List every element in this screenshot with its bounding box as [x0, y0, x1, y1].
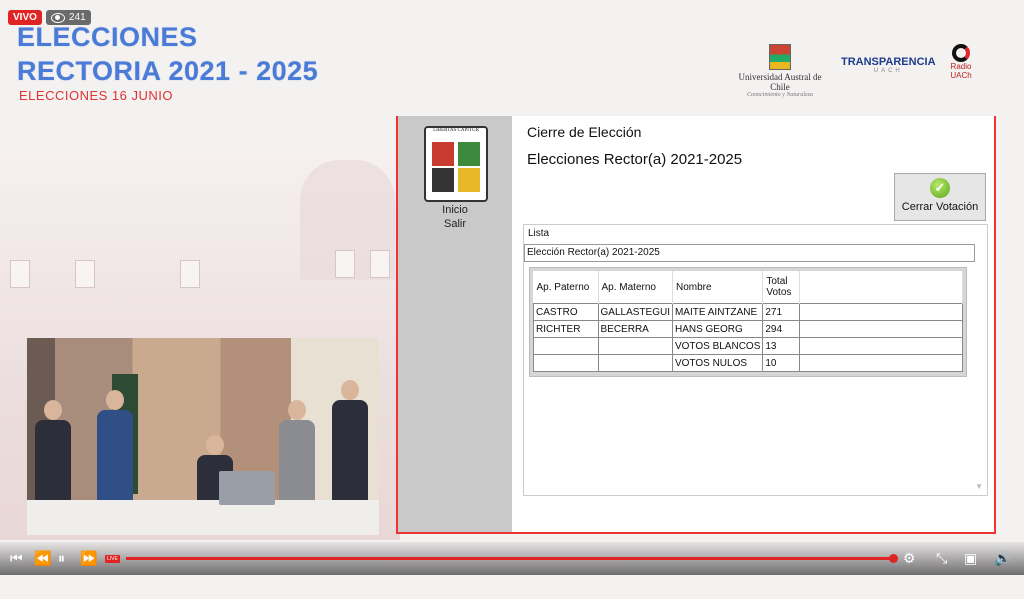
person-head [206, 435, 224, 455]
cell-nombre[interactable]: VOTOS NULOS [671, 354, 764, 372]
list-label: Lista [528, 228, 550, 239]
fast-forward-icon[interactable]: ⏩ [80, 550, 97, 567]
live-indicator: LIVE [105, 555, 120, 563]
volume-icon[interactable]: 🔊 [994, 550, 1011, 567]
table-row[interactable]: CASTRO GALLASTEGUI MAITE AINTZANE 271 [533, 303, 963, 321]
crest-quadrant [458, 142, 480, 166]
election-app-window: LIBERTAS CAPITUR Inicio Salir Cierre de … [396, 116, 996, 534]
building-window [180, 260, 200, 288]
crest-quadrant [458, 168, 480, 192]
table-row[interactable]: RICHTER BECERRA HANS GEORG 294 [533, 320, 963, 338]
table-row[interactable]: VOTOS NULOS 10 [533, 354, 963, 372]
crest-quadrant [432, 142, 454, 166]
app-sidebar: LIBERTAS CAPITUR Inicio Salir [398, 116, 512, 532]
cell-nombre[interactable]: HANS GEORG [671, 320, 764, 338]
university-crest-icon: LIBERTAS CAPITUR [424, 126, 488, 202]
building-window [75, 260, 95, 288]
column-header-empty [799, 271, 963, 304]
camera-video-feed [27, 338, 379, 535]
picture-in-picture-icon[interactable]: ▣ [964, 550, 977, 567]
person-head [44, 400, 62, 420]
rewind-icon[interactable]: ⏪ [34, 550, 51, 567]
scroll-down-icon[interactable]: ▼ [975, 482, 983, 491]
crest-quadrant [432, 168, 454, 192]
results-table: Ap. Paterno Ap. Materno Nombre Total Vot… [533, 271, 963, 372]
building-window [370, 250, 390, 278]
page-title-line1: ELECCIONES [17, 22, 198, 52]
video-person [332, 380, 368, 500]
sidebar-link-inicio[interactable]: Inicio [398, 204, 512, 216]
app-heading: Cierre de Elección [527, 124, 642, 140]
column-header-ap-paterno[interactable]: Ap. Paterno [533, 271, 599, 304]
results-panel: Lista Elección Rector(a) 2021-2025 Ap. P… [523, 224, 988, 496]
progress-handle[interactable] [889, 554, 898, 563]
cell-empty [799, 303, 963, 321]
cell-ap-paterno[interactable] [533, 337, 599, 355]
transparencia-name: TRANSPARENCIA [841, 56, 936, 68]
radio-uach-logo: Radio UACh [948, 44, 974, 80]
cell-total-votos[interactable]: 294 [762, 320, 801, 338]
results-grid: Ap. Paterno Ap. Materno Nombre Total Vot… [529, 267, 967, 377]
uach-motto: Conocimiento y Naturaleza [747, 92, 813, 98]
cell-total-votos[interactable]: 10 [762, 354, 801, 372]
column-header-nombre[interactable]: Nombre [672, 271, 764, 304]
table-header-row: Ap. Paterno Ap. Materno Nombre Total Vot… [533, 271, 963, 304]
close-voting-button[interactable]: ✓ Cerrar Votación [894, 173, 986, 221]
person-head [106, 390, 124, 410]
eye-icon [51, 12, 65, 23]
cell-ap-materno[interactable]: BECERRA [597, 320, 673, 338]
page-subtitle: ELECCIONES 16 JUNIO [19, 88, 173, 103]
close-voting-label: Cerrar Votación [901, 201, 979, 213]
settings-gear-icon[interactable]: ⚙ [903, 550, 916, 567]
cell-empty [799, 337, 963, 355]
table-row[interactable]: VOTOS BLANCOS 13 [533, 337, 963, 355]
column-header-ap-materno[interactable]: Ap. Materno [598, 271, 673, 304]
cell-nombre[interactable]: VOTOS BLANCOS [671, 337, 764, 355]
cell-ap-materno[interactable]: GALLASTEGUI [597, 303, 673, 321]
cell-ap-paterno[interactable]: CASTRO [533, 303, 599, 321]
skip-back-icon[interactable]: ⏮ [10, 550, 23, 567]
progress-bar[interactable] [126, 557, 892, 560]
cell-empty [799, 354, 963, 372]
cell-nombre[interactable]: MAITE AINTZANE [671, 303, 764, 321]
radio-logo-sublabel: UACh [950, 71, 972, 80]
page-title-line2: RECTORIA 2021 - 2025 [17, 56, 319, 86]
cell-ap-paterno[interactable]: RICHTER [533, 320, 599, 338]
transparencia-logo: TRANSPARENCIA UACH [841, 56, 936, 74]
cell-ap-paterno[interactable] [533, 354, 599, 372]
radio-logo-icon [952, 44, 970, 62]
transparencia-sub: UACH [873, 68, 903, 74]
video-table [27, 500, 379, 535]
laptop-icon [219, 471, 275, 505]
collapse-icon[interactable]: ⤡ [936, 550, 947, 567]
cell-total-votos[interactable]: 271 [762, 303, 801, 321]
video-person [279, 400, 315, 500]
uach-name: Universidad Austral de Chile [738, 72, 822, 92]
election-select[interactable]: Elección Rector(a) 2021-2025 [524, 244, 975, 262]
building-window [10, 260, 30, 288]
uach-crest-icon [769, 44, 791, 70]
person-head [288, 400, 306, 420]
sidebar-link-salir[interactable]: Salir [398, 218, 512, 230]
person-head [341, 380, 359, 400]
column-header-total-votos[interactable]: Total Votos [762, 271, 801, 304]
cell-total-votos[interactable]: 13 [762, 337, 801, 355]
video-person [97, 390, 133, 500]
building-window [335, 250, 355, 278]
video-person [35, 400, 71, 500]
cell-ap-materno[interactable] [597, 337, 673, 355]
checkmark-icon: ✓ [930, 178, 950, 198]
election-title: Elecciones Rector(a) 2021-2025 [527, 151, 743, 168]
uach-logo: Universidad Austral de Chile Conocimient… [728, 44, 832, 98]
cell-ap-materno[interactable] [597, 354, 673, 372]
cell-empty [799, 320, 963, 338]
radio-logo-label: Radio [950, 62, 972, 71]
crest-motto: LIBERTAS CAPITUR [426, 128, 486, 138]
pause-icon[interactable]: ⏸ [58, 550, 65, 567]
